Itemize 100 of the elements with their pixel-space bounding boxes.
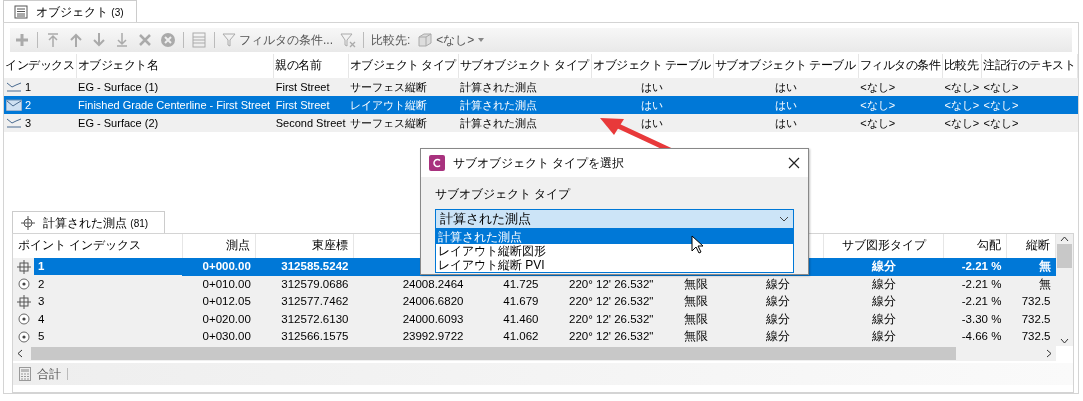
table-cell: 無限: [683, 330, 708, 343]
table-cell: 220° 12' 26.532": [569, 312, 654, 325]
table-cell: 732.5: [1021, 330, 1051, 343]
dropdown-option[interactable]: レイアウト縦断 PVI: [436, 258, 793, 272]
table-cell: サーフェス縦断: [350, 80, 428, 93]
delete-icon[interactable]: [137, 32, 153, 48]
table-cell: <なし>: [860, 116, 896, 129]
table-cell: <なし>: [860, 98, 896, 111]
cube-icon: [417, 32, 434, 48]
vertical-scrollbar[interactable]: [1056, 234, 1073, 346]
table-cell: 23992.9722: [402, 330, 464, 343]
table-cell: 計算された測点: [460, 116, 538, 129]
crosshair-icon: [17, 294, 31, 309]
table-cell: 線分: [871, 260, 896, 273]
profile-icon: [6, 117, 22, 129]
table-cell: 41.460: [503, 312, 539, 325]
table-cell: はい: [774, 116, 797, 129]
scroll-left-icon: [17, 348, 23, 358]
table-cell: 41.062: [503, 330, 539, 343]
table-cell: <なし>: [983, 116, 1019, 129]
points-tab[interactable]: 計算された測点 (81): [12, 211, 166, 233]
table-cell: 24000.6093: [402, 312, 464, 325]
target-icon: [17, 329, 31, 344]
table-cell: 無: [1038, 260, 1051, 273]
table-cell: 41.679: [503, 295, 539, 308]
dialog-title: サブオブジェクト タイプを選択: [453, 155, 626, 172]
column-header[interactable]: サブ図形タイプ: [841, 239, 926, 252]
table-cell: 220° 12' 26.532": [569, 330, 654, 343]
table-cell: 無限: [683, 312, 708, 325]
filter-icon: [222, 32, 236, 48]
total-label: 合計: [37, 365, 61, 383]
table-cell[interactable]: 1: [25, 78, 32, 96]
move-up-icon[interactable]: [68, 32, 84, 48]
subobject-type-dropdown[interactable]: 計算された測点: [435, 209, 794, 229]
table-cell: 計算された測点: [460, 80, 538, 93]
table-cell: 0+012.05: [202, 295, 251, 308]
table-cell[interactable]: 2: [25, 96, 32, 114]
table-cell: EG - Surface (2): [78, 116, 159, 129]
table-cell: 0+010.00: [202, 277, 251, 290]
add-icon[interactable]: [14, 32, 30, 48]
compare-dropdown[interactable]: <なし>: [417, 31, 486, 49]
table-cell: -3.30 %: [961, 312, 1002, 325]
scroll-down-icon: [1060, 337, 1069, 344]
profile-icon: [6, 99, 22, 111]
compare-label: 比較先:: [371, 32, 411, 49]
table-cell: 312577.7462: [281, 295, 349, 308]
table-cell: はい: [641, 98, 664, 111]
clear-icon[interactable]: [160, 32, 176, 48]
scroll-right-icon: [1046, 348, 1052, 358]
table-icon[interactable]: [191, 32, 207, 48]
table-cell: 線分: [871, 277, 896, 290]
target-icon: [17, 277, 31, 292]
dropdown-option[interactable]: レイアウト縦断図形: [436, 244, 793, 258]
table-cell: <なし>: [983, 80, 1019, 93]
table-cell: -2.21 %: [961, 295, 1002, 308]
table-cell: First Street: [275, 98, 330, 111]
table-cell: 線分: [766, 277, 791, 290]
column-header[interactable]: 勾配: [976, 239, 1001, 252]
close-icon[interactable]: [788, 157, 800, 169]
table-cell: 線分: [766, 330, 791, 343]
table-cell: <なし>: [944, 80, 980, 93]
table-cell: 312579.0686: [281, 277, 349, 290]
calculator-icon: [19, 366, 31, 381]
column-header[interactable]: 東座標: [311, 239, 348, 252]
table-cell: 無: [1038, 277, 1051, 290]
table-cell: First Street: [275, 80, 330, 93]
field-label: サブオブジェクト タイプ: [435, 186, 572, 203]
table-cell: 312566.1575: [281, 330, 349, 343]
column-header[interactable]: 縦断: [1026, 239, 1050, 252]
filter-button[interactable]: フィルタの条件...: [222, 31, 333, 49]
table-cell: 線分: [766, 295, 791, 308]
table-cell: 無限: [683, 295, 708, 308]
table-cell: 0+020.00: [202, 312, 251, 325]
app-icon: [429, 155, 445, 171]
table-cell: 線分: [871, 330, 896, 343]
table-cell: 0+030.00: [202, 330, 251, 343]
table-cell: サーフェス縦断: [350, 116, 428, 129]
table-cell: Finished Grade Centerline - First Street: [78, 98, 271, 111]
move-down-icon[interactable]: [91, 32, 107, 48]
column-header[interactable]: 測点: [226, 239, 251, 252]
objects-tab[interactable]: オブジェクト (3): [3, 0, 137, 22]
clear-filter-icon[interactable]: [340, 32, 356, 48]
caret-icon: [477, 37, 486, 43]
scroll-thumb[interactable]: [1057, 244, 1072, 268]
move-to-top-icon[interactable]: [45, 32, 61, 48]
table-cell: EG - Surface (1): [78, 80, 159, 93]
dropdown-option[interactable]: 計算された測点: [436, 230, 793, 244]
move-to-bottom-icon[interactable]: [114, 32, 130, 48]
table-cell: はい: [641, 116, 664, 129]
table-cell: はい: [774, 80, 797, 93]
table-cell[interactable]: 1: [34, 258, 183, 276]
crosshair-icon: [17, 259, 31, 274]
table-cell: 220° 12' 26.532": [569, 295, 654, 308]
table-cell: 線分: [871, 312, 896, 325]
table-cell: 無限: [683, 277, 708, 290]
table-cell[interactable]: 3: [25, 114, 32, 132]
column-header[interactable]: ポイント インデックス: [18, 239, 142, 252]
table-cell: -2.21 %: [961, 260, 1002, 273]
list-icon: [14, 4, 28, 19]
table-cell: 線分: [871, 295, 896, 308]
